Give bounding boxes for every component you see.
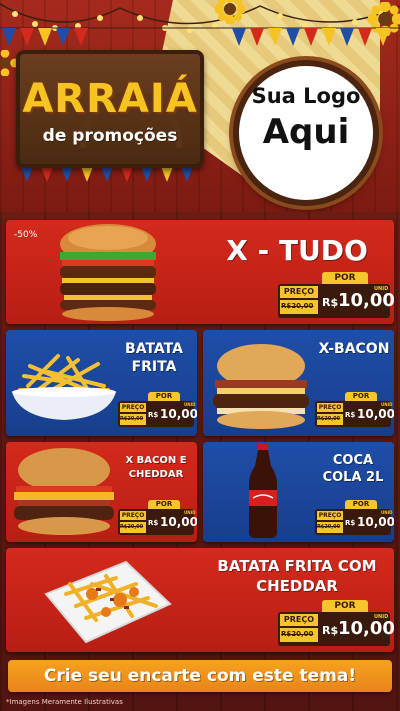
price-value: 10,00 [160,407,197,421]
old-price: R$20,00 [281,302,314,310]
price-preco-label: PREÇO [280,614,318,626]
price-preco-label: PREÇO [120,511,146,520]
burger-image [60,224,156,321]
product-card-x-tudo: -50% X - TUDO POR PREÇO R$20,00 R$ 10,00… [6,220,394,324]
discount-label: -50% [14,230,38,240]
fries-image [12,354,116,420]
price-tag: POR PREÇO R$20,00 R$ 10,00 UNID [315,500,394,536]
product-title: COCA COLA 2L [322,453,384,485]
product-card-coca-cola: COCA COLA 2L POR PREÇO R$20,00 R$ 10,00 … [203,442,394,542]
price-preco-label: PREÇO [317,511,343,520]
promo-sign: ARRAIÁ de promoções [16,50,204,168]
price-unit: UNID [374,614,389,620]
product-title: X-BACON [318,341,390,357]
bacon-burger-image [213,344,309,429]
festa-junina-header: ARRAIÁ de promoções Sua Logo Aqui [0,0,400,212]
old-price: R$20,00 [317,524,341,530]
product-card-x-bacon-cheddar: X BACON E CHEDDAR POR PREÇO R$20,00 R$ 1… [6,442,197,542]
logo-placeholder: Sua Logo Aqui [233,60,379,206]
price-box: PREÇO R$20,00 R$ 10,00 UNID [118,509,197,535]
old-price: R$20,00 [120,416,144,422]
old-price: R$20,00 [120,524,144,530]
product-title: BATATA FRITA COM CHEDDAR [217,557,377,595]
price-unit: UNID [381,510,393,515]
price-unit: UNID [374,286,389,292]
price-por-label: POR [345,500,377,509]
product-title: X BACON E CHEDDAR [125,455,187,480]
bunting-flags-decoration [0,27,400,46]
price-unit: UNID [381,402,393,407]
product-card-batata-frita: BATATA FRITA POR PREÇO R$20,00 R$ 10,00 … [6,330,197,436]
footnote: *Imagens Meramente Ilustrativas [6,698,123,706]
price-unit: UNID [184,510,196,515]
product-card-x-bacon: X-BACON POR PREÇO R$20,00 R$ 10,00 UNID [203,330,394,436]
price-box: PREÇO R$20,00 R$ 10,00 UNID [278,284,394,318]
old-price: R$20,00 [281,630,314,638]
price-tag: POR PREÇO R$20,00 R$ 10,00 UNID [278,272,394,320]
price-currency: R$ [345,411,356,419]
old-price: R$20,00 [317,416,341,422]
price-box: PREÇO R$20,00 R$ 10,00 UNID [315,401,394,427]
product-title: BATATA FRITA [125,341,183,375]
price-value: 10,00 [338,618,394,639]
price-por-label: POR [322,272,368,284]
product-card-batata-cheddar: BATATA FRITA COM CHEDDAR POR PREÇO R$20,… [6,548,394,652]
price-por-label: POR [148,392,180,401]
price-box: PREÇO R$20,00 R$ 10,00 UNID [315,509,394,535]
price-value: 10,00 [357,407,394,421]
price-currency: R$ [322,624,339,637]
cheddar-burger-image [14,448,114,535]
price-value: 10,00 [160,515,197,529]
price-box: PREÇO R$20,00 R$ 10,00 UNID [278,612,394,646]
price-unit: UNID [184,402,196,407]
price-tag: POR PREÇO R$20,00 R$ 10,00 UNID [315,392,394,428]
price-por-label: POR [345,392,377,401]
price-tag: POR PREÇO R$20,00 R$ 10,00 UNID [118,500,197,536]
price-currency: R$ [148,411,159,419]
soda-bottle-image [249,444,277,538]
price-box: PREÇO R$20,00 R$ 10,00 UNID [118,401,197,427]
price-value: 10,00 [338,290,394,311]
price-currency: R$ [345,519,356,527]
sign-title: ARRAIÁ [22,76,198,122]
product-title: X - TUDO [226,234,368,267]
logo-text-line1: Sua Logo [251,84,361,108]
price-value: 10,00 [357,515,394,529]
price-currency: R$ [322,296,339,309]
price-por-label: POR [322,600,368,612]
price-preco-label: PREÇO [280,286,318,298]
price-currency: R$ [148,519,159,527]
price-tag: POR PREÇO R$20,00 R$ 10,00 UNID [118,392,197,428]
price-preco-label: PREÇO [317,403,343,412]
sunflower-icon [215,0,245,24]
logo-text-line2: Aqui [262,112,350,152]
price-tag: POR PREÇO R$20,00 R$ 10,00 UNID [278,600,394,648]
cta-banner[interactable]: Crie seu encarte com este tema! [8,660,392,692]
cheddar-fries-image [44,560,172,644]
sign-subtitle: de promoções [42,126,178,146]
price-preco-label: PREÇO [120,403,146,412]
price-por-label: POR [148,500,180,509]
